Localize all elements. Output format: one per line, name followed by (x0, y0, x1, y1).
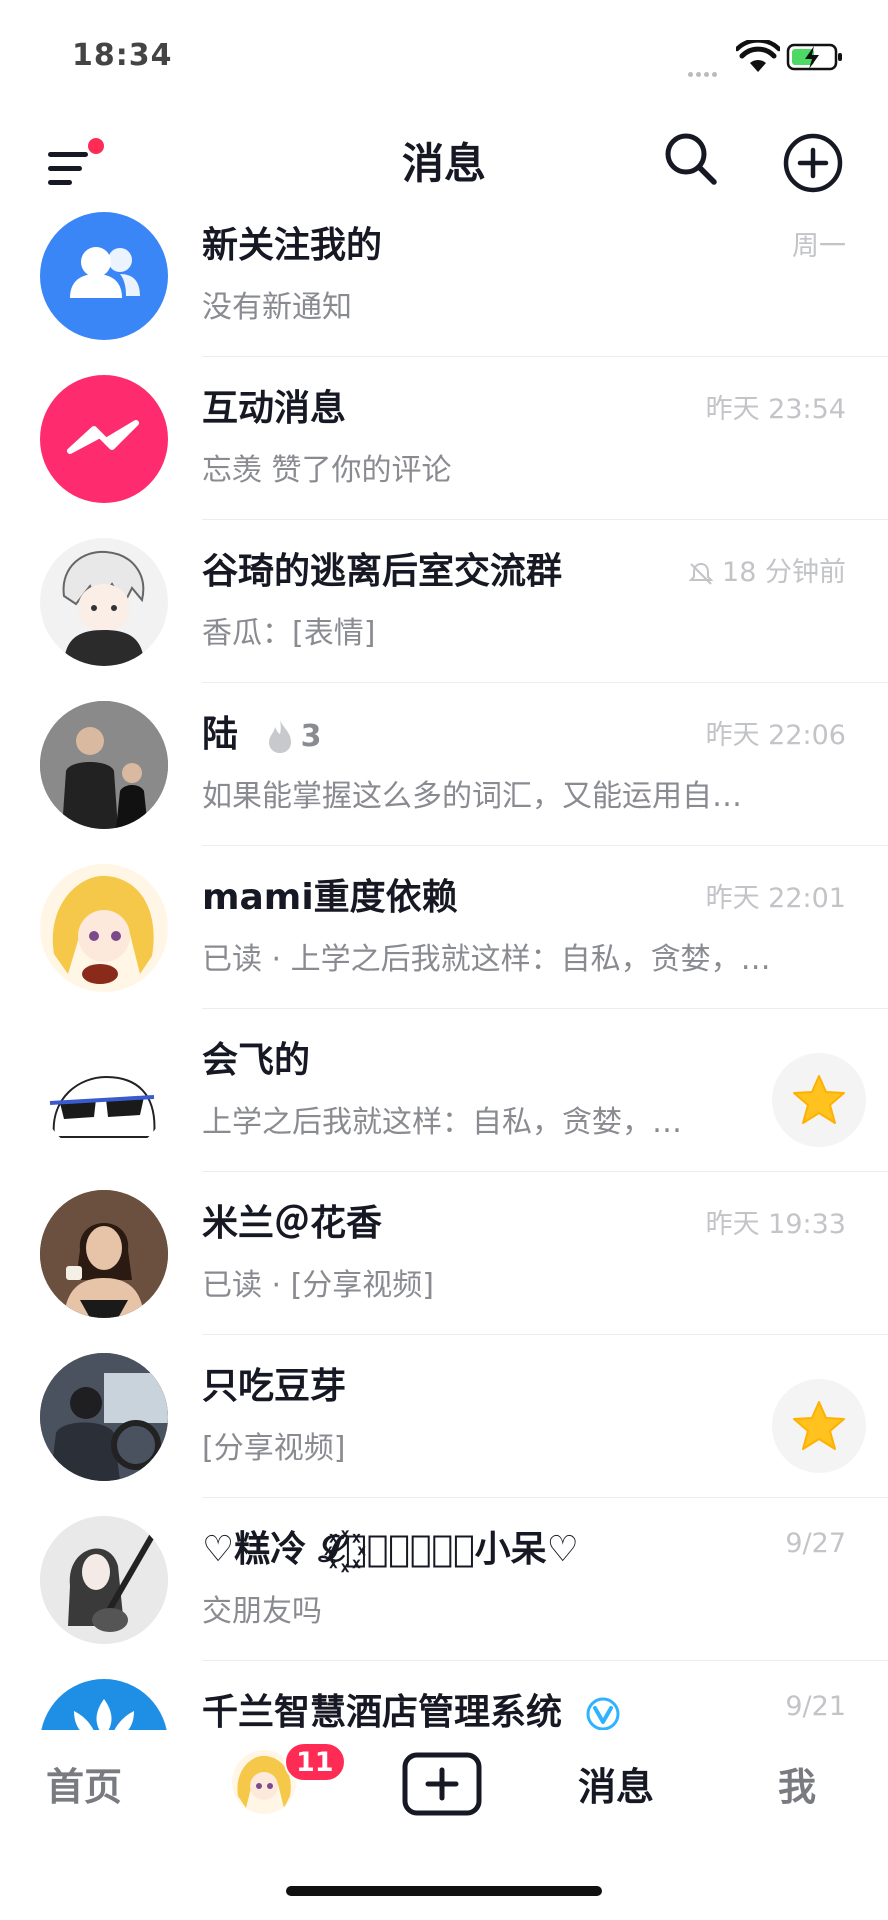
conversation-preview: 忘羡 赞了你的评论 (202, 453, 452, 488)
battery-charging-icon (786, 43, 842, 71)
conversation-preview: 已读 · [分享视频] (202, 1268, 435, 1303)
nav-bar: 消息 (0, 110, 888, 210)
favorite-star-button[interactable] (772, 1053, 866, 1147)
contact-avatar (40, 701, 168, 829)
conversation-name: 谷琦的逃离后室交流群 (202, 551, 563, 592)
contact-avatar (40, 1353, 168, 1481)
conversation-name: ♡糕冷 𝓛꙰𝓸꙰𝓿꙰𝓮꙰小呆♡ (202, 1529, 579, 1570)
mute-bell-icon (688, 562, 714, 585)
conversation-name: 只吃豆芽 (202, 1366, 347, 1407)
divider (202, 1171, 888, 1172)
conversation-time-wrap: 18 分钟前 (688, 550, 846, 589)
conversation-row[interactable]: 互动消息 忘羡 赞了你的评论 昨天 23:54 (0, 375, 888, 538)
divider (202, 1660, 888, 1661)
conversation-time: 昨天 22:06 (705, 720, 846, 751)
home-indicator (286, 1886, 602, 1896)
conversation-time: 昨天 23:54 (705, 394, 846, 425)
tab-messages[interactable]: 消息 (578, 1756, 654, 1811)
conversation-row[interactable]: 千兰智慧酒店管理系统 9/21 (0, 1679, 888, 1730)
conversation-name: 千兰智慧酒店管理系统 (202, 1692, 563, 1730)
create-post-button[interactable] (402, 1752, 482, 1816)
conversation-preview: 上学之后我就这样：自私，贪婪，… (202, 1105, 682, 1140)
conversation-time: 周一 (792, 231, 846, 262)
conversation-time: 9/21 (785, 1691, 846, 1722)
conversation-row[interactable]: 新关注我的 没有新通知 周一 (0, 212, 888, 375)
unread-badge: 11 (284, 1742, 346, 1782)
divider (202, 1334, 888, 1335)
add-circle-icon[interactable] (782, 132, 844, 194)
search-icon[interactable] (660, 128, 722, 190)
tab-home[interactable]: 首页 (46, 1756, 122, 1811)
contact-avatar (40, 1190, 168, 1318)
conversation-time: 18 分钟前 (722, 557, 846, 588)
anime-boy-avatar-image (62, 550, 145, 666)
divider (202, 356, 888, 357)
divider (202, 1008, 888, 1009)
divider (202, 1497, 888, 1498)
conversation-name: 新关注我的 (202, 225, 383, 266)
conversation-row[interactable]: 谷琦的逃离后室交流群 香瓜：[表情] 18 分钟前 (0, 538, 888, 701)
lightning-chat-icon (67, 420, 139, 454)
conversation-name-wrap: 千兰智慧酒店管理系统 (202, 1683, 621, 1730)
conversation-row[interactable]: 会飞的 上学之后我就这样：自私，贪婪，… (0, 1027, 888, 1190)
status-bar: 18:34 (0, 0, 888, 110)
anime-girl-avatar-image (52, 875, 154, 984)
conversation-time: 9/27 (785, 1528, 846, 1559)
streak-count: 3 (300, 718, 322, 754)
tab-me[interactable]: 我 (778, 1756, 816, 1811)
conversation-name: 互动消息 (202, 388, 347, 429)
verified-badge-icon (586, 1697, 620, 1730)
contact-avatar (40, 864, 168, 992)
conversation-time: 昨天 22:01 (705, 883, 846, 914)
fire-icon (268, 720, 291, 753)
streak-badge: 3 (265, 718, 322, 754)
contact-avatar (40, 1516, 168, 1644)
conversation-name: 陆 (202, 714, 239, 755)
divider (202, 682, 888, 683)
photo-avatar-image (40, 701, 168, 829)
conversation-row[interactable]: mami重度依赖 已读 · 上学之后我就这样：自私，贪婪，… 昨天 22:01 (0, 864, 888, 1027)
divider (202, 845, 888, 846)
people-icon (70, 247, 140, 298)
conversation-row[interactable]: ♡糕冷 𝓛꙰𝓸꙰𝓿꙰𝓮꙰小呆♡ 交朋友吗 9/27 (0, 1516, 888, 1679)
conversation-name: 会飞的 (202, 1040, 311, 1081)
conversation-row[interactable]: 米兰＠花香 已读 · [分享视频] 昨天 19:33 (0, 1190, 888, 1353)
interactions-avatar (40, 375, 168, 503)
status-time: 18:34 (72, 38, 173, 73)
conversation-preview: 交朋友吗 (202, 1594, 322, 1629)
page-title: 消息 (401, 139, 486, 188)
favorite-star-button[interactable] (772, 1379, 866, 1473)
conversation-preview: 香瓜：[表情] (202, 616, 376, 651)
conversation-name-wrap: 陆 3 (202, 705, 321, 757)
conversation-preview: 已读 · 上学之后我就这样：自私，贪婪，… (202, 942, 771, 977)
sunglasses-bear-avatar-image (49, 1075, 156, 1138)
conversation-name: 米兰＠花香 (202, 1203, 383, 1244)
conversation-list[interactable]: 新关注我的 没有新通知 周一 互动消息 忘羡 赞了你的评论 昨天 23:54 谷… (0, 212, 888, 1730)
conversation-preview: 如果能掌握这么多的词汇，又能运用自… (202, 779, 742, 814)
conversation-preview: 没有新通知 (202, 290, 352, 325)
lotus-logo-icon (74, 1699, 134, 1730)
woman-photo-avatar-image (40, 1190, 168, 1318)
contact-avatar (40, 1027, 168, 1155)
hotel-system-avatar (40, 1679, 168, 1730)
group-avatar (40, 538, 168, 666)
guitar-girl-avatar-image (40, 1516, 168, 1644)
conversation-row[interactable]: 只吃豆芽 [分享视频] (0, 1353, 888, 1516)
conversation-time: 昨天 19:33 (705, 1209, 846, 1240)
new-followers-avatar (40, 212, 168, 340)
conversation-name: mami重度依赖 (202, 877, 458, 918)
star-icon (793, 1075, 845, 1124)
conversation-preview: [分享视频] (202, 1431, 346, 1466)
signal-dots-icon (688, 62, 720, 81)
wifi-icon (736, 40, 780, 72)
star-icon (793, 1401, 845, 1450)
conversation-row[interactable]: 陆 3 如果能掌握这么多的词汇，又能运用自… 昨天 22:06 (0, 701, 888, 864)
divider (202, 519, 888, 520)
driver-photo-avatar-image (40, 1353, 168, 1481)
